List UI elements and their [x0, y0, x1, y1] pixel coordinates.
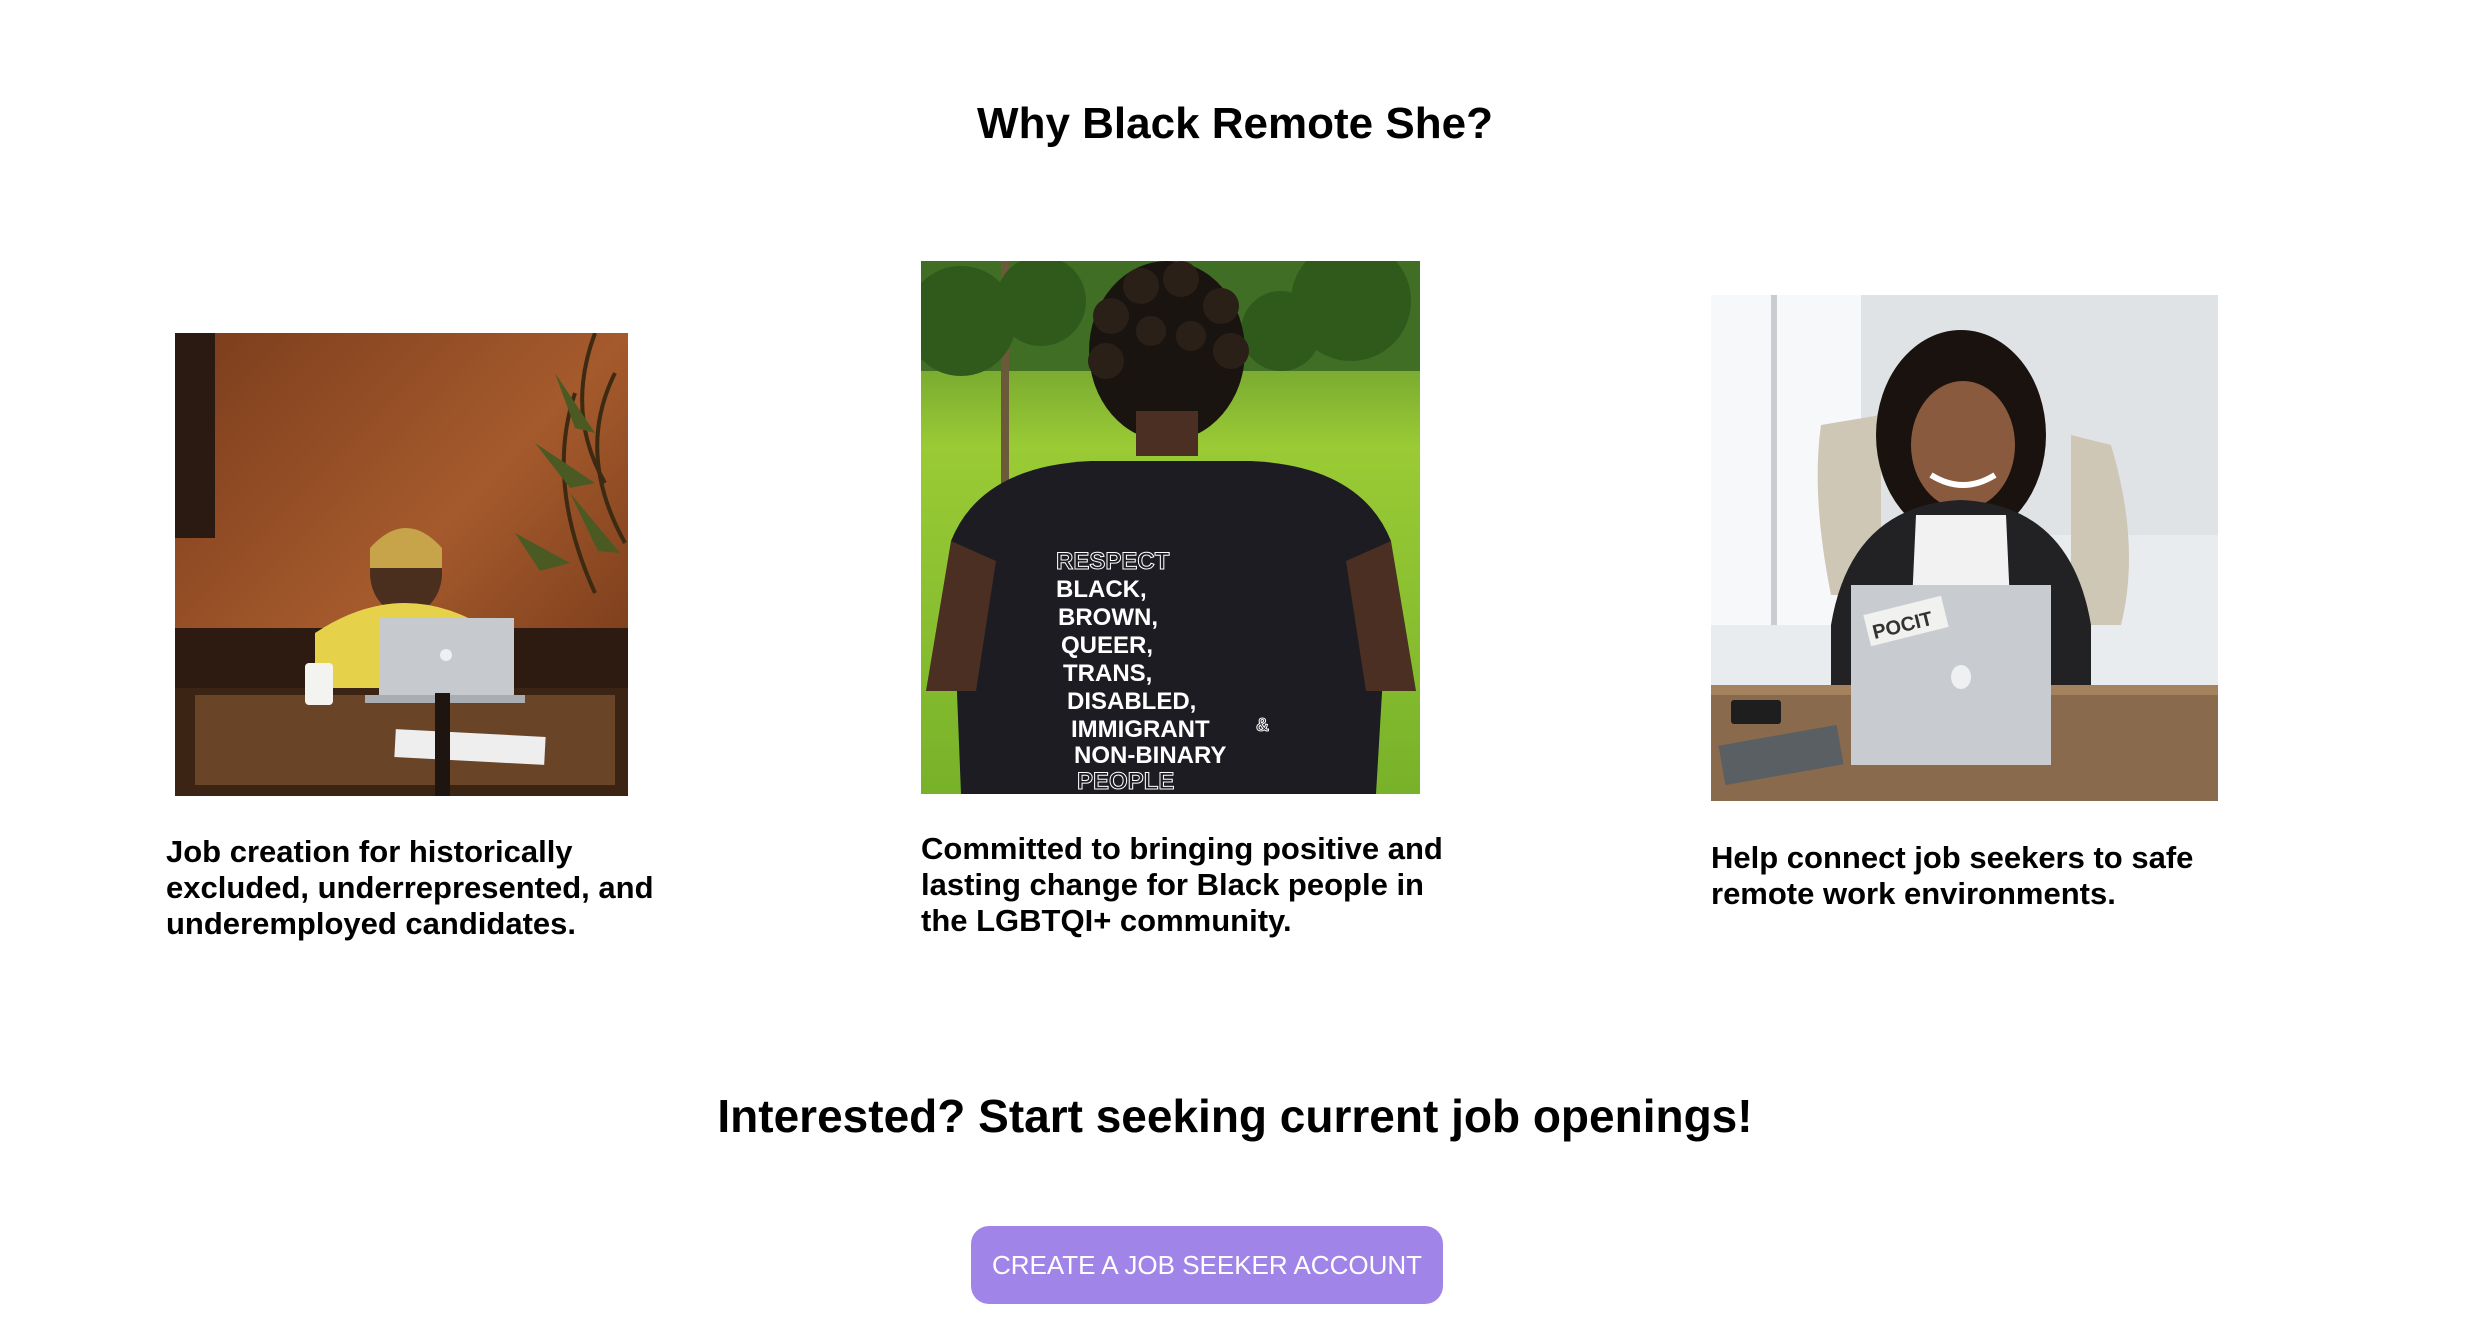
shirt-text-line: TRANS,: [1063, 660, 1152, 687]
shirt-text-line: BLACK,: [1056, 576, 1147, 603]
feature-caption-2: Committed to bringing positive and lasti…: [921, 831, 1443, 938]
section-title: Why Black Remote She?: [977, 99, 1493, 148]
shirt-text-line: PEOPLE: [1077, 768, 1174, 794]
shirt-text-line: &: [1256, 715, 1269, 735]
feature-caption-3: Help connect job seekers to safe remote …: [1711, 840, 2194, 911]
shirt-text-line: BROWN,: [1058, 604, 1158, 631]
create-job-seeker-account-button[interactable]: CREATE A JOB SEEKER ACCOUNT: [971, 1226, 1443, 1304]
shirt-text-line: IMMIGRANT: [1071, 716, 1210, 743]
cta-title: Interested? Start seeking current job op…: [717, 1090, 1753, 1142]
shirt-text-line: NON-BINARY: [1074, 742, 1226, 769]
feature-photo-office: POCIT: [1711, 295, 2218, 801]
shirt-text-respect: RESPECT: [1056, 548, 1170, 575]
feature-photo-tshirt: RESPECT BLACK, BROWN, QUEER, TRANS, DISA…: [921, 261, 1420, 794]
feature-photo-cafe: [175, 333, 628, 796]
shirt-text-line: DISABLED,: [1067, 688, 1196, 715]
shirt-text-line: QUEER,: [1061, 632, 1153, 659]
feature-caption-1: Job creation for historically excluded, …: [166, 834, 654, 941]
